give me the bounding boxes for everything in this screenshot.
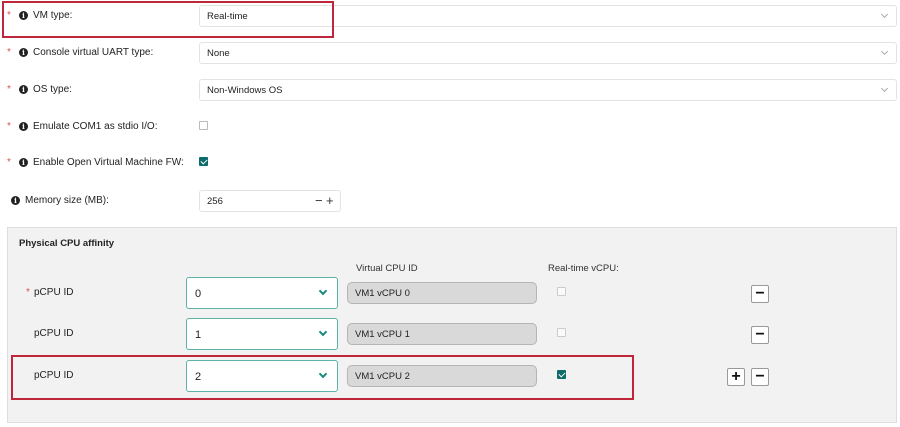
rt-vcpu-checkbox[interactable] (557, 370, 566, 379)
vm-type-row: * i VM type: Real-time (0, 5, 900, 29)
pcpu-select[interactable]: 0 (186, 277, 338, 309)
memory-value: 256 (207, 196, 223, 207)
vcpu-column-header: Virtual CPU ID (356, 263, 418, 274)
remove-row-button[interactable]: − (751, 368, 769, 386)
info-icon[interactable]: i (11, 196, 20, 205)
open-vm-fw-row: * i Enable Open Virtual Machine FW: (0, 152, 900, 176)
vcpu-field: VM1 vCPU 2 (347, 365, 537, 387)
memory-label: Memory size (MB): (25, 195, 109, 206)
vcpu-value: VM1 vCPU 0 (355, 288, 410, 299)
vm-type-value: Real-time (207, 11, 248, 22)
pcpu-value: 1 (195, 329, 202, 341)
console-uart-row: * i Console virtual UART type: None (0, 42, 900, 66)
emulate-com1-label: Emulate COM1 as stdio I/O: (33, 121, 158, 132)
console-uart-select[interactable]: None (199, 42, 897, 64)
remove-row-button[interactable]: − (751, 285, 769, 303)
vm-type-label: VM type: (33, 10, 73, 21)
pcpu-value: 0 (195, 288, 202, 300)
cpu-row: pCPU ID 2 VM1 vCPU 2 + − (8, 360, 896, 394)
pcpu-label: pCPU ID (34, 328, 74, 339)
console-uart-value: None (207, 48, 230, 59)
console-uart-label: Console virtual UART type: (33, 47, 154, 58)
chevron-down-icon (318, 286, 328, 296)
emulate-com1-row: * i Emulate COM1 as stdio I/O: (0, 116, 900, 140)
info-icon[interactable]: i (19, 158, 28, 167)
vcpu-field: VM1 vCPU 0 (347, 282, 537, 304)
pcpu-label: pCPU ID (34, 287, 74, 298)
vcpu-value: VM1 vCPU 2 (355, 371, 410, 382)
vm-type-select[interactable]: Real-time (199, 5, 897, 27)
rt-vcpu-column-header: Real-time vCPU: (548, 263, 619, 274)
panel-title: Physical CPU affinity (19, 238, 115, 249)
pcpu-value: 2 (195, 371, 202, 383)
chevron-down-icon (318, 327, 328, 337)
os-type-select[interactable]: Non-Windows OS (199, 79, 897, 101)
rt-vcpu-checkbox[interactable] (557, 328, 566, 337)
decrement-button[interactable]: − (315, 193, 323, 209)
info-icon[interactable]: i (19, 48, 28, 57)
cpu-row: pCPU ID 1 VM1 vCPU 1 − (8, 318, 896, 352)
vcpu-value: VM1 vCPU 1 (355, 329, 410, 340)
required-marker: * (7, 47, 11, 58)
os-type-row: * i OS type: Non-Windows OS (0, 79, 900, 103)
pcpu-label: pCPU ID (34, 370, 74, 381)
required-marker: * (7, 84, 11, 95)
chevron-down-icon (880, 10, 889, 19)
info-icon[interactable]: i (19, 11, 28, 20)
chevron-down-icon (880, 47, 889, 56)
rt-vcpu-checkbox[interactable] (557, 287, 566, 296)
vm-config-form: * i VM type: Real-time * i Console virtu… (0, 0, 900, 427)
info-icon[interactable]: i (19, 85, 28, 94)
required-marker: * (7, 121, 11, 132)
os-type-value: Non-Windows OS (207, 85, 283, 96)
open-vm-fw-label: Enable Open Virtual Machine FW: (33, 157, 184, 168)
info-icon[interactable]: i (19, 122, 28, 131)
memory-row: i Memory size (MB): (0, 190, 900, 214)
pcpu-select[interactable]: 1 (186, 318, 338, 350)
increment-button[interactable]: + (326, 193, 334, 209)
required-marker: * (26, 287, 30, 298)
vcpu-field: VM1 vCPU 1 (347, 323, 537, 345)
required-marker: * (7, 157, 11, 168)
remove-row-button[interactable]: − (751, 326, 769, 344)
pcpu-select[interactable]: 2 (186, 360, 338, 392)
open-vm-fw-checkbox[interactable] (199, 157, 208, 166)
required-marker: * (7, 10, 11, 21)
cpu-row: * pCPU ID 0 VM1 vCPU 0 − (8, 277, 896, 311)
emulate-com1-checkbox[interactable] (199, 121, 208, 130)
cpu-affinity-panel: Physical CPU affinity Virtual CPU ID Rea… (7, 227, 897, 423)
chevron-down-icon (318, 369, 328, 379)
memory-stepper[interactable]: 256 − + (199, 190, 341, 212)
add-row-button[interactable]: + (727, 368, 745, 386)
os-type-label: OS type: (33, 84, 72, 95)
chevron-down-icon (880, 84, 889, 93)
